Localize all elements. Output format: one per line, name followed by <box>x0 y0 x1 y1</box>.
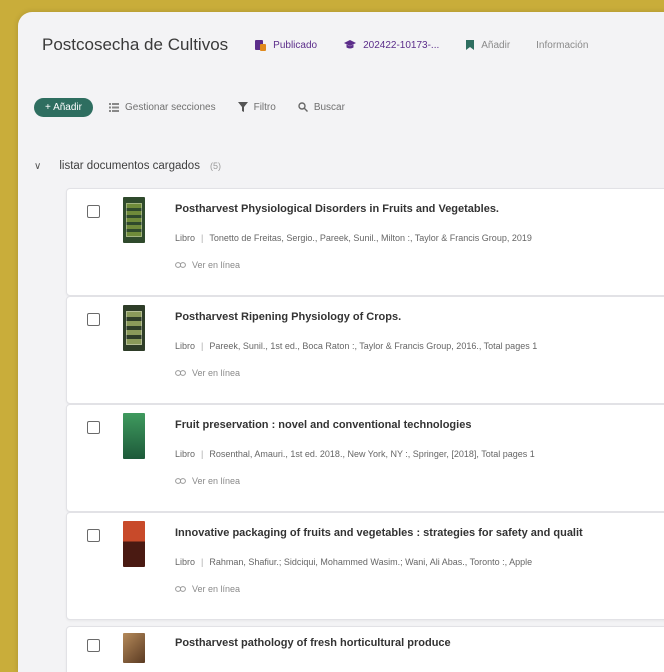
item-checkbox[interactable] <box>87 421 100 434</box>
status-label: Publicado <box>273 39 318 51</box>
list-item[interactable]: Postharvest pathology of fresh horticult… <box>66 626 664 672</box>
book-cover-image <box>123 633 145 663</box>
item-checkbox[interactable] <box>87 313 100 326</box>
book-cover-image <box>123 521 145 567</box>
publish-icon <box>254 39 267 52</box>
status-badge[interactable]: Publicado <box>254 39 317 52</box>
filter-button[interactable]: Filtro <box>237 101 276 113</box>
item-details: Libro | Rosenthal, Amauri., 1st ed. 2018.,… <box>175 449 535 459</box>
item-details-text: Rosenthal, Amauri., 1st ed. 2018., New Y… <box>209 449 535 459</box>
filter-icon <box>237 102 248 112</box>
list-item[interactable]: Postharvest Physiological Disorders in F… <box>66 188 664 296</box>
header-add-link[interactable]: Añadir <box>465 39 510 51</box>
item-type: Libro <box>175 557 196 567</box>
item-details: Libro | Rahman, Shafiur.; Sidciqui, Mohamm… <box>175 557 533 567</box>
item-title[interactable]: Fruit preservation : novel and conventio… <box>175 419 471 431</box>
chevron-down-icon[interactable]: ∨ <box>34 161 41 172</box>
book-cover-image <box>123 413 145 459</box>
item-type: Libro <box>175 341 196 351</box>
page-title: Postcosecha de Cultivos <box>42 35 229 54</box>
view-online-label: Ver en línea <box>192 368 241 378</box>
link-icon <box>175 370 186 376</box>
bookmark-icon <box>465 39 475 51</box>
item-checkbox[interactable] <box>87 205 100 218</box>
list-item[interactable]: Postharvest Ripening Physiology of Crops… <box>66 296 664 404</box>
view-online-link[interactable]: Ver en línea <box>175 260 240 270</box>
link-icon <box>175 262 186 268</box>
graduation-cap-icon <box>343 39 357 51</box>
item-title[interactable]: Innovative packaging of fruits and veget… <box>175 527 583 539</box>
section-title: listar documentos cargados <box>59 160 200 172</box>
page-header: Postcosecha de Cultivos Publicado 202422… <box>18 12 664 78</box>
view-online-label: Ver en línea <box>192 584 241 594</box>
list-item[interactable]: Innovative packaging of fruits and veget… <box>66 512 664 620</box>
link-icon <box>175 586 186 592</box>
search-icon <box>298 102 308 112</box>
view-online-label: Ver en línea <box>192 476 241 486</box>
list-item[interactable]: Fruit preservation : novel and conventio… <box>66 404 664 512</box>
view-online-link[interactable]: Ver en línea <box>175 476 240 486</box>
filter-label: Filtro <box>253 101 276 113</box>
course-code-label: 202422-10173-... <box>363 39 440 51</box>
list-icon <box>108 102 119 112</box>
search-button[interactable]: Buscar <box>298 102 345 113</box>
manage-sections-label: Gestionar secciones <box>124 101 216 113</box>
item-title[interactable]: Postharvest Ripening Physiology of Crops… <box>175 311 401 323</box>
item-details: Libro | Pareek, Sunil., 1st ed., Boca Rato… <box>175 341 538 351</box>
toolbar: + Añadir Gestionar secciones Filtro Busc… <box>34 96 664 118</box>
item-details: Libro | Tonetto de Freitas, Sergio., Paree… <box>175 233 532 243</box>
section-header[interactable]: ∨ listar documentos cargados (5) <box>34 160 221 172</box>
item-details-text: Pareek, Sunil., 1st ed., Boca Raton :, T… <box>209 341 538 351</box>
section-count: (5) <box>209 161 221 171</box>
info-link[interactable]: Información <box>536 40 588 51</box>
search-label: Buscar <box>313 101 345 113</box>
header-add-label: Añadir <box>481 39 511 51</box>
item-type: Libro <box>175 449 196 459</box>
view-online-link[interactable]: Ver en línea <box>175 368 240 378</box>
item-details-text: Rahman, Shafiur.; Sidciqui, Mohammed Was… <box>209 557 533 567</box>
book-cover-image <box>123 197 145 243</box>
item-checkbox[interactable] <box>87 639 100 652</box>
item-title[interactable]: Postharvest Physiological Disorders in F… <box>175 203 499 215</box>
add-button[interactable]: + Añadir <box>34 97 93 117</box>
manage-sections-button[interactable]: Gestionar secciones <box>108 101 216 113</box>
book-cover-image <box>123 305 145 351</box>
item-details-text: Tonetto de Freitas, Sergio., Pareek, Sun… <box>209 233 532 243</box>
view-online-label: Ver en línea <box>192 260 241 270</box>
view-online-link[interactable]: Ver en línea <box>175 584 240 594</box>
link-icon <box>175 478 186 484</box>
item-checkbox[interactable] <box>87 529 100 542</box>
app-window: Postcosecha de Cultivos Publicado 202422… <box>18 12 664 672</box>
course-code[interactable]: 202422-10173-... <box>343 39 439 51</box>
item-title[interactable]: Postharvest pathology of fresh horticult… <box>175 637 451 649</box>
item-type: Libro <box>175 233 196 243</box>
